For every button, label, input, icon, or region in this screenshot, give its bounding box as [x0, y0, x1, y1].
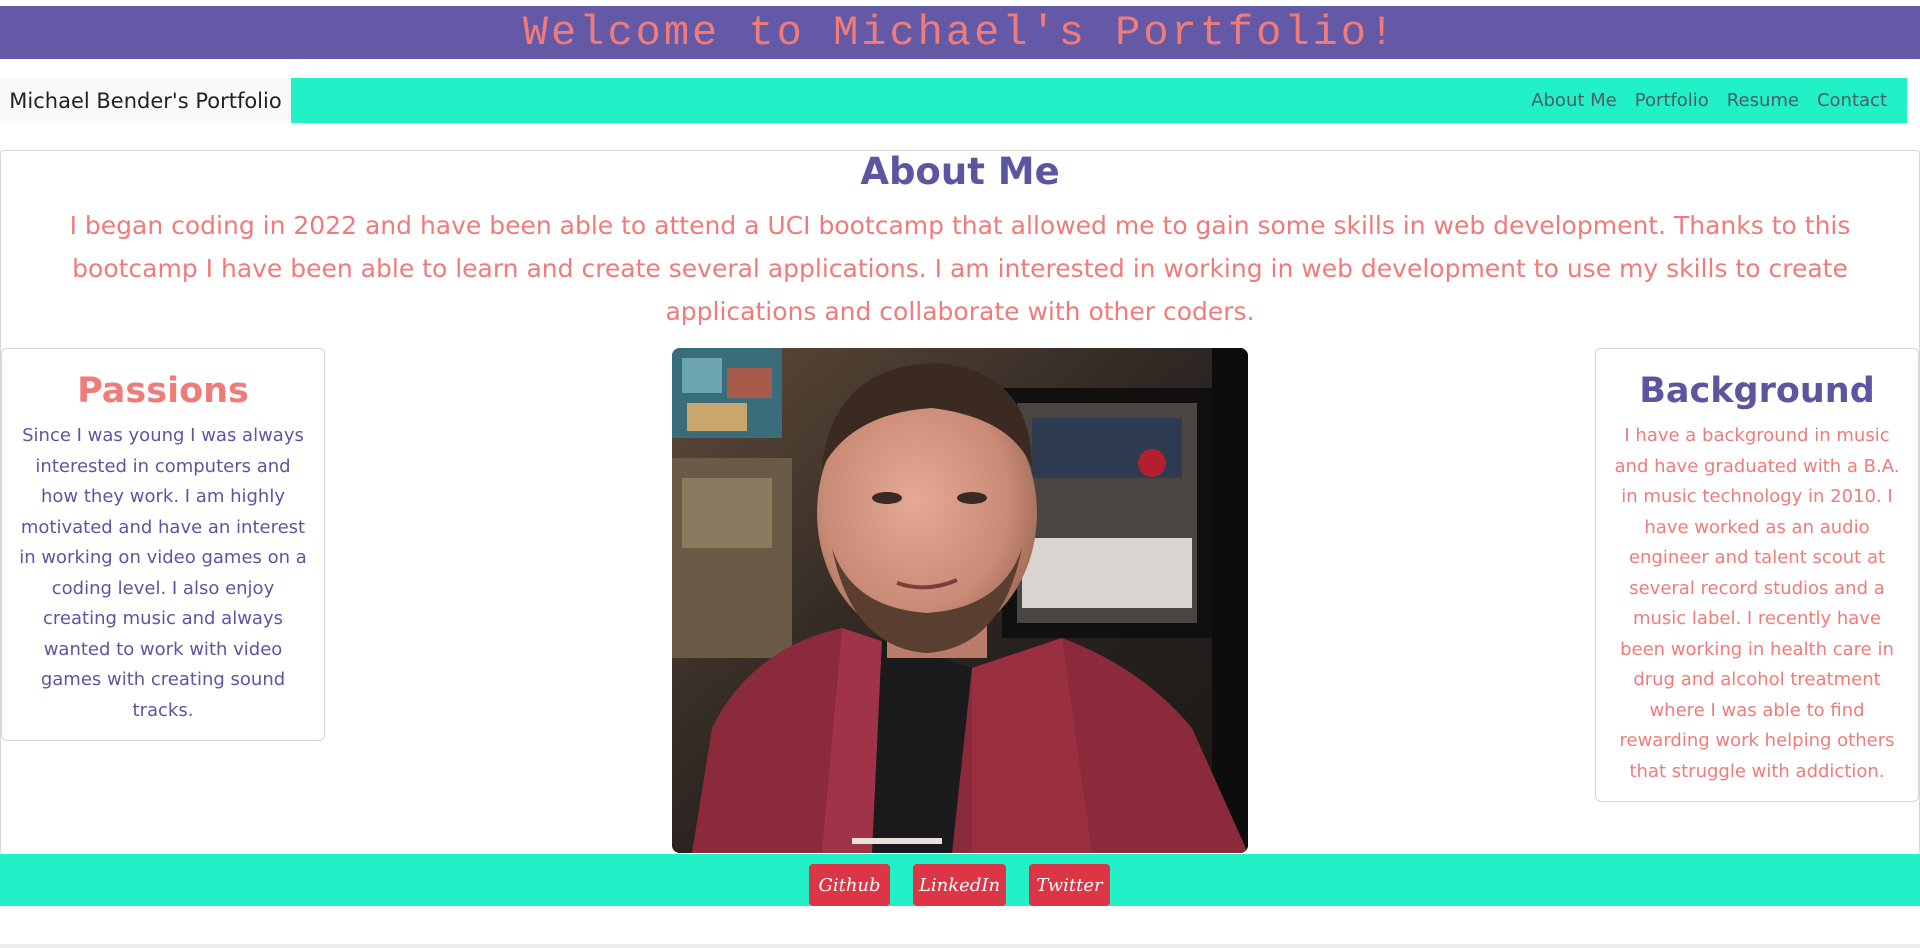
- about-title: About Me: [860, 150, 1060, 193]
- background-title: Background: [1639, 371, 1875, 411]
- background-text: I have a background in music and have gr…: [1614, 425, 1900, 782]
- nav-link-about-me[interactable]: About Me: [1531, 90, 1617, 111]
- linkedin-button[interactable]: LinkedIn: [913, 864, 1006, 906]
- about-text: I began coding in 2022 and have been abl…: [69, 211, 1851, 326]
- passions-text: Since I was young I was always intereste…: [19, 425, 307, 721]
- profile-photo: [672, 348, 1248, 853]
- navbar: Michael Bender's Portfolio About Me Port…: [0, 78, 1920, 123]
- nav-links: About Me Portfolio Resume Contact: [1531, 78, 1887, 123]
- banner-title: Welcome to Michael's Portfolio!: [522, 8, 1398, 57]
- bottom-edge: [0, 944, 1920, 948]
- passions-card: Passions Since I was young I was always …: [1, 348, 325, 741]
- footer-bar: Github LinkedIn Twitter: [0, 854, 1920, 906]
- navbar-brand[interactable]: Michael Bender's Portfolio: [0, 78, 291, 123]
- nav-link-resume[interactable]: Resume: [1727, 90, 1799, 111]
- welcome-banner: Welcome to Michael's Portfolio!: [0, 6, 1920, 59]
- passions-title: Passions: [77, 371, 249, 411]
- nav-link-contact[interactable]: Contact: [1817, 90, 1887, 111]
- twitter-button[interactable]: Twitter: [1029, 864, 1110, 906]
- profile-photo-illustration: [672, 348, 1248, 853]
- github-button[interactable]: Github: [809, 864, 890, 906]
- navbar-links-bar: About Me Portfolio Resume Contact: [291, 78, 1907, 123]
- background-card: Background I have a background in music …: [1595, 348, 1919, 802]
- nav-link-portfolio[interactable]: Portfolio: [1635, 90, 1709, 111]
